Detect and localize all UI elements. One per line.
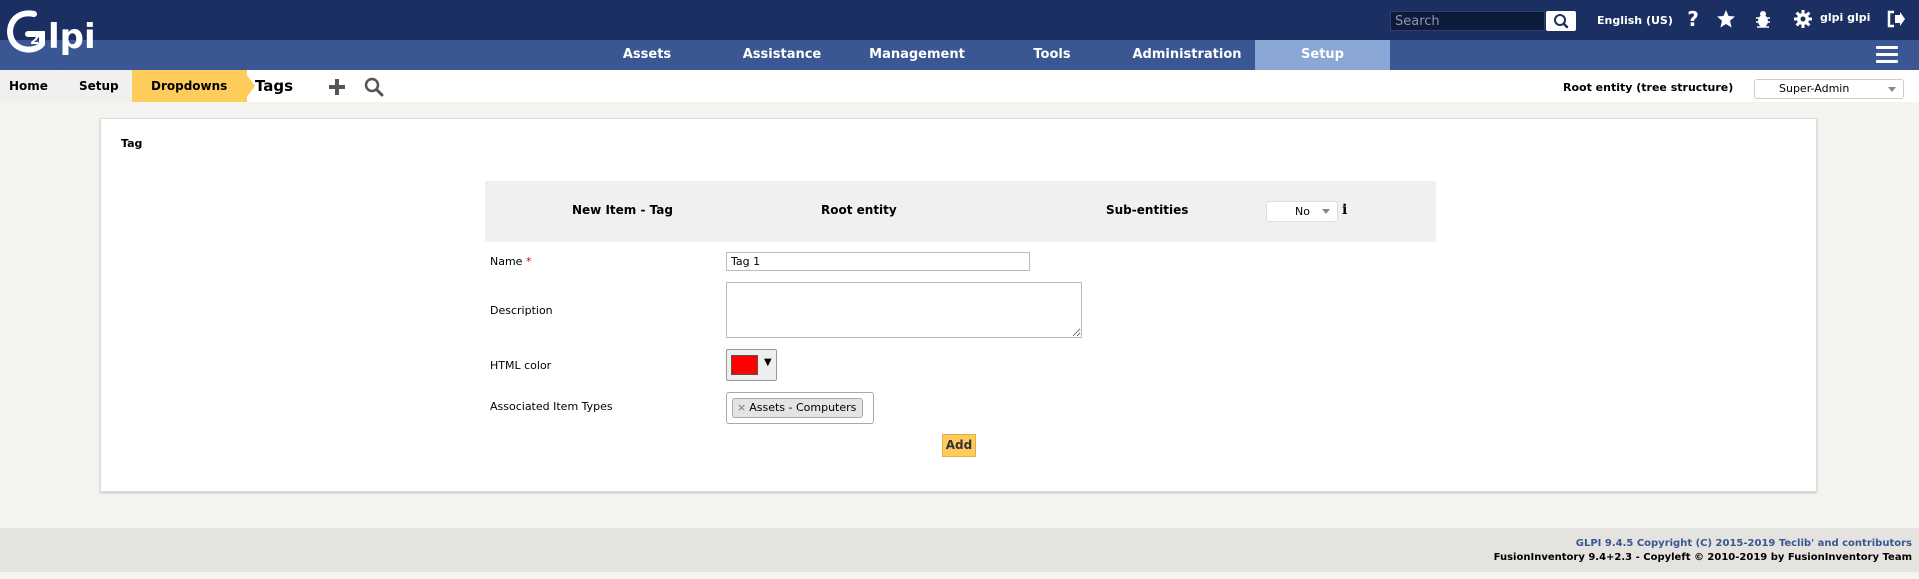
new-item-title: New Item - Tag xyxy=(572,203,673,217)
breadcrumb: Home Setup Dropdowns Tags Root entity (t… xyxy=(0,70,1919,102)
footer-plugin-credit: FusionInventory 9.4+2.3 - Copyleft © 201… xyxy=(1493,552,1912,563)
required-mark: * xyxy=(525,255,532,268)
info-icon[interactable]: i xyxy=(1342,202,1347,218)
sub-entities-value: No xyxy=(1295,205,1310,218)
svg-text:?: ? xyxy=(1687,9,1699,31)
breadcrumb-current[interactable]: Tags xyxy=(255,70,293,102)
item-types-select[interactable]: × Assets - Computers xyxy=(726,392,874,424)
search-icon xyxy=(1554,14,1569,29)
svg-text:lpi: lpi xyxy=(48,17,96,57)
name-label: Name * xyxy=(490,255,531,268)
footer: GLPI 9.4.5 Copyright (C) 2015-2019 Tecli… xyxy=(0,528,1919,572)
bug-icon[interactable] xyxy=(1754,9,1772,29)
profile-select[interactable]: Super-Admin xyxy=(1754,79,1904,99)
form-header: New Item - Tag Root entity Sub-entities … xyxy=(485,181,1436,242)
help-icon[interactable]: ? xyxy=(1684,9,1702,31)
color-label: HTML color xyxy=(490,359,552,372)
breadcrumb-home[interactable]: Home xyxy=(0,70,59,102)
menu-icon[interactable] xyxy=(1876,46,1898,64)
breadcrumb-dropdowns[interactable]: Dropdowns xyxy=(132,70,247,102)
chevron-down-icon xyxy=(1322,209,1330,214)
selected-type-label: Assets - Computers xyxy=(749,401,857,414)
description-textarea[interactable] xyxy=(726,282,1082,338)
gear-icon[interactable] xyxy=(1793,9,1813,29)
main-nav: Assets Assistance Management Tools Admin… xyxy=(0,40,1919,70)
name-label-text: Name xyxy=(490,255,523,268)
star-icon[interactable] xyxy=(1716,9,1736,29)
svg-text:2: 2 xyxy=(30,32,40,48)
nav-tools[interactable]: Tools xyxy=(1002,40,1102,70)
remove-icon[interactable]: × xyxy=(737,401,746,414)
nav-management[interactable]: Management xyxy=(862,40,972,70)
search-list-icon[interactable] xyxy=(364,77,384,97)
name-input[interactable] xyxy=(726,252,1030,271)
caret-down-icon: ▼ xyxy=(764,357,772,368)
entity-label[interactable]: Root entity (tree structure) xyxy=(1563,81,1733,94)
color-picker[interactable]: ▼ xyxy=(726,349,777,381)
entity-name: Root entity xyxy=(821,203,897,217)
color-swatch xyxy=(731,355,758,375)
nav-setup[interactable]: Setup xyxy=(1255,40,1390,70)
selected-type-tag[interactable]: × Assets - Computers xyxy=(732,398,864,418)
breadcrumb-separator xyxy=(243,70,255,102)
tab-tag[interactable]: Tag xyxy=(121,137,142,150)
logout-icon[interactable] xyxy=(1887,9,1905,29)
logo-mark: 2 lpi xyxy=(7,10,96,57)
chevron-down-icon xyxy=(1888,87,1896,92)
language-selector[interactable]: English (US) xyxy=(1597,14,1673,27)
form-panel: Tag New Item - Tag Root entity Sub-entit… xyxy=(100,118,1817,492)
profile-value: Super-Admin xyxy=(1779,82,1850,95)
search-input[interactable] xyxy=(1390,11,1545,31)
nav-administration[interactable]: Administration xyxy=(1122,40,1252,70)
description-label: Description xyxy=(490,304,553,317)
user-name[interactable]: glpi glpi xyxy=(1820,11,1870,24)
nav-assets[interactable]: Assets xyxy=(597,40,697,70)
search-button[interactable] xyxy=(1546,11,1576,31)
add-icon[interactable] xyxy=(328,78,346,96)
nav-assistance[interactable]: Assistance xyxy=(727,40,837,70)
top-bar: English (US) ? glpi glpi xyxy=(0,0,1919,40)
sub-entities-label: Sub-entities xyxy=(1106,203,1189,217)
add-button[interactable]: Add xyxy=(942,434,976,457)
footer-copyright-link[interactable]: GLPI 9.4.5 Copyright (C) 2015-2019 Tecli… xyxy=(1576,538,1912,549)
glpi-logo[interactable]: 2 lpi xyxy=(4,6,104,62)
sub-entities-select[interactable]: No xyxy=(1266,201,1338,222)
item-types-label: Associated Item Types xyxy=(490,400,613,413)
